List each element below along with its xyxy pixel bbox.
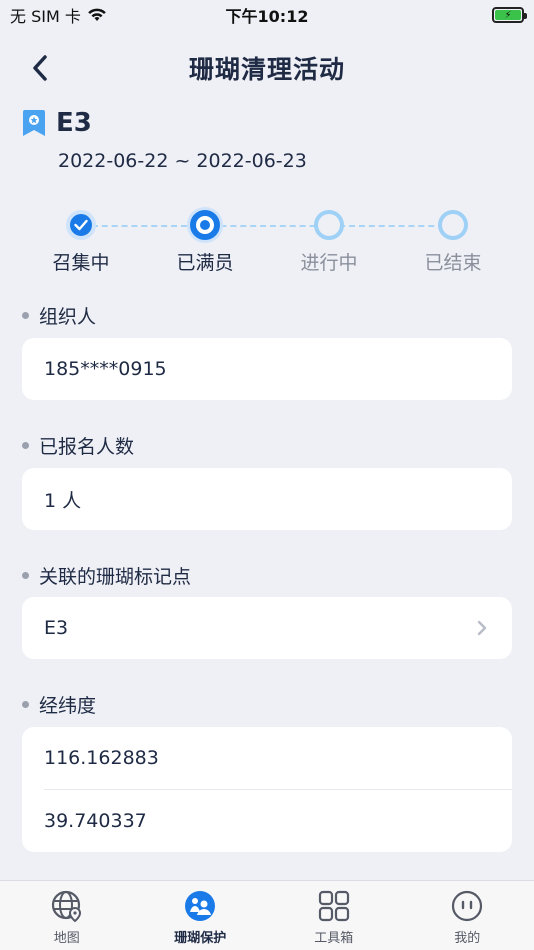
longitude-row: 116.162883 (22, 727, 512, 789)
step-label: 已结束 (424, 252, 482, 274)
step-pending-dot (314, 210, 344, 240)
tab-toolbox[interactable]: 工具箱 (267, 881, 401, 950)
tab-coral-protect[interactable]: 珊瑚保护 (134, 881, 268, 950)
tab-bar: 地图 珊瑚保护 工具箱 我的 (0, 880, 534, 950)
carrier-text: 无 SIM 卡 (10, 7, 81, 26)
organizer-card: 185****0915 (22, 338, 512, 400)
registered-section-label: 已报名人数 (22, 432, 134, 459)
smiley-icon (452, 890, 483, 922)
organizer-section-label: 组织人 (22, 302, 96, 329)
status-left: 无 SIM 卡 (10, 3, 107, 27)
checkmark-icon (74, 219, 88, 231)
step-4: 已结束 (403, 208, 503, 275)
step-pending-dot (438, 210, 468, 240)
marker-card[interactable]: E3 (22, 597, 512, 659)
battery-charging-icon: ⚡ (495, 10, 521, 21)
coords-card: 116.162883 39.740337 (22, 727, 512, 852)
coords-section-label: 经纬度 (22, 691, 96, 718)
step-label: 召集中 (52, 252, 110, 274)
tab-label: 珊瑚保护 (174, 931, 227, 946)
coords-label: 经纬度 (39, 695, 97, 717)
tab-label: 工具箱 (314, 931, 354, 946)
bullet-dot (22, 312, 29, 319)
tab-label: 我的 (454, 931, 481, 946)
step-1: 召集中 (31, 208, 131, 275)
registered-label: 已报名人数 (39, 436, 135, 458)
registered-card: 1 人 (22, 468, 512, 530)
organizer-value: 185****0915 (44, 358, 167, 380)
activity-code-row: E3 (22, 108, 92, 138)
latitude-row: 39.740337 (22, 790, 512, 852)
bullet-dot (22, 442, 29, 449)
tab-map[interactable]: 地图 (0, 881, 134, 950)
tab-label: 地图 (53, 931, 80, 946)
organizer-label: 组织人 (39, 306, 97, 328)
grid-icon (318, 890, 349, 922)
wifi-icon (88, 8, 106, 21)
step-3: 进行中 (279, 208, 379, 275)
latitude-value: 39.740337 (44, 810, 147, 832)
registered-value-row: 1 人 (22, 468, 512, 530)
coral-protect-icon (185, 891, 216, 921)
globe-pin-icon (51, 890, 81, 923)
bookmark-badge-icon (23, 110, 45, 136)
page-title: 珊瑚清理活动 (188, 55, 345, 84)
back-button[interactable] (22, 50, 58, 86)
marker-label: 关联的珊瑚标记点 (39, 566, 192, 588)
chevron-left-icon (33, 55, 47, 81)
step-label: 进行中 (300, 252, 358, 274)
step-label: 已满员 (176, 252, 234, 274)
nav-bar: 珊瑚清理活动 (0, 40, 534, 96)
activity-code: E3 (56, 108, 92, 138)
bullet-dot (22, 701, 29, 708)
activity-header: E3 (22, 108, 92, 138)
bullet-dot (22, 572, 29, 579)
step-current-inner (200, 220, 210, 230)
status-bar: 无 SIM 卡 下午10:12 ⚡ (0, 0, 534, 30)
chevron-right-icon (477, 620, 487, 636)
step-current-dot (190, 210, 220, 240)
marker-section-label: 关联的珊瑚标记点 (22, 562, 191, 589)
registered-value: 1 人 (44, 489, 82, 512)
progress-steps: 召集中 已满员 进行中 已结束 (0, 208, 534, 278)
steps-connector (82, 225, 454, 227)
longitude-value: 116.162883 (44, 747, 159, 769)
battery-icon: ⚡ (492, 7, 527, 23)
marker-value: E3 (44, 617, 69, 639)
tab-mine[interactable]: 我的 (401, 881, 534, 950)
step-2: 已满员 (155, 208, 255, 275)
activity-date-range: 2022-06-22 ~ 2022-06-23 (58, 150, 307, 172)
step-done-dot (66, 210, 96, 240)
organizer-value-row: 185****0915 (22, 338, 512, 400)
marker-link-row[interactable]: E3 (22, 597, 512, 659)
